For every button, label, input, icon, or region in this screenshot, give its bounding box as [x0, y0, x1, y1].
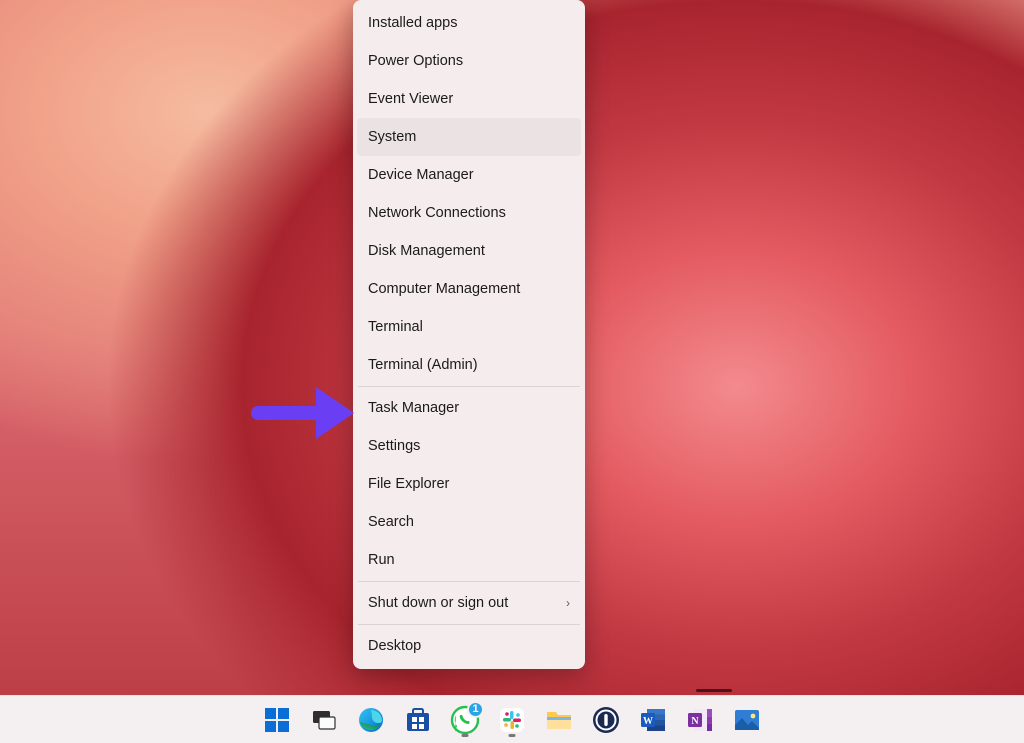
winx-menu: Installed apps Power Options Event Viewer S… — [353, 0, 585, 669]
menu-item-system[interactable]: System — [357, 118, 581, 156]
chevron-right-icon: › — [566, 596, 570, 610]
menu-item-label: Settings — [368, 438, 420, 454]
svg-text:W: W — [643, 716, 653, 727]
menu-item-terminal-admin-[interactable]: Terminal (Admin) — [357, 346, 581, 384]
menu-item-shut-down-or-sign-out[interactable]: Shut down or sign out › — [357, 584, 581, 622]
word-button[interactable]: W — [633, 700, 673, 740]
menu-item-settings[interactable]: Settings — [357, 427, 581, 465]
running-indicator — [462, 734, 469, 737]
menu-item-label: File Explorer — [368, 476, 449, 492]
menu-item-device-manager[interactable]: Device Manager — [357, 156, 581, 194]
start-button[interactable] — [257, 700, 297, 740]
onepassword-button[interactable] — [586, 700, 626, 740]
running-indicator — [509, 734, 516, 737]
menu-item-label: Terminal (Admin) — [368, 357, 478, 373]
onenote-button[interactable]: N — [680, 700, 720, 740]
menu-item-computer-management[interactable]: Computer Management — [357, 270, 581, 308]
menu-item-label: Shut down or sign out — [368, 595, 508, 611]
menu-item-installed-apps[interactable]: Installed apps — [357, 4, 581, 42]
menu-item-desktop[interactable]: Desktop — [357, 627, 581, 665]
menu-item-label: Installed apps — [368, 15, 457, 31]
menu-item-label: Device Manager — [368, 167, 474, 183]
file-explorer-button[interactable] — [539, 700, 579, 740]
taskbar: 1 — [0, 695, 1024, 743]
whatsapp-button[interactable]: 1 — [445, 700, 485, 740]
menu-item-label: Run — [368, 552, 395, 568]
menu-item-label: Network Connections — [368, 205, 506, 221]
menu-item-label: System — [368, 129, 416, 145]
menu-item-label: Power Options — [368, 53, 463, 69]
menu-item-file-explorer[interactable]: File Explorer — [357, 465, 581, 503]
menu-item-task-manager[interactable]: Task Manager — [357, 389, 581, 427]
tablet-handle — [696, 689, 732, 692]
menu-separator — [358, 581, 580, 582]
menu-item-network-connections[interactable]: Network Connections — [357, 194, 581, 232]
microsoft-store-button[interactable] — [398, 700, 438, 740]
slack-button[interactable] — [492, 700, 532, 740]
task-view-button[interactable] — [304, 700, 344, 740]
menu-item-label: Terminal — [368, 319, 423, 335]
menu-item-search[interactable]: Search — [357, 503, 581, 541]
menu-item-power-options[interactable]: Power Options — [357, 42, 581, 80]
menu-item-label: Event Viewer — [368, 91, 453, 107]
menu-separator — [358, 624, 580, 625]
photos-button[interactable] — [727, 700, 767, 740]
menu-separator — [358, 386, 580, 387]
svg-text:N: N — [691, 716, 699, 727]
edge-button[interactable] — [351, 700, 391, 740]
menu-item-label: Search — [368, 514, 414, 530]
menu-item-disk-management[interactable]: Disk Management — [357, 232, 581, 270]
menu-item-terminal[interactable]: Terminal — [357, 308, 581, 346]
menu-item-event-viewer[interactable]: Event Viewer — [357, 80, 581, 118]
whatsapp-badge: 1 — [467, 701, 484, 718]
menu-item-run[interactable]: Run — [357, 541, 581, 579]
menu-item-label: Task Manager — [368, 400, 459, 416]
menu-item-label: Computer Management — [368, 281, 520, 297]
menu-item-label: Disk Management — [368, 243, 485, 259]
menu-item-label: Desktop — [368, 638, 421, 654]
